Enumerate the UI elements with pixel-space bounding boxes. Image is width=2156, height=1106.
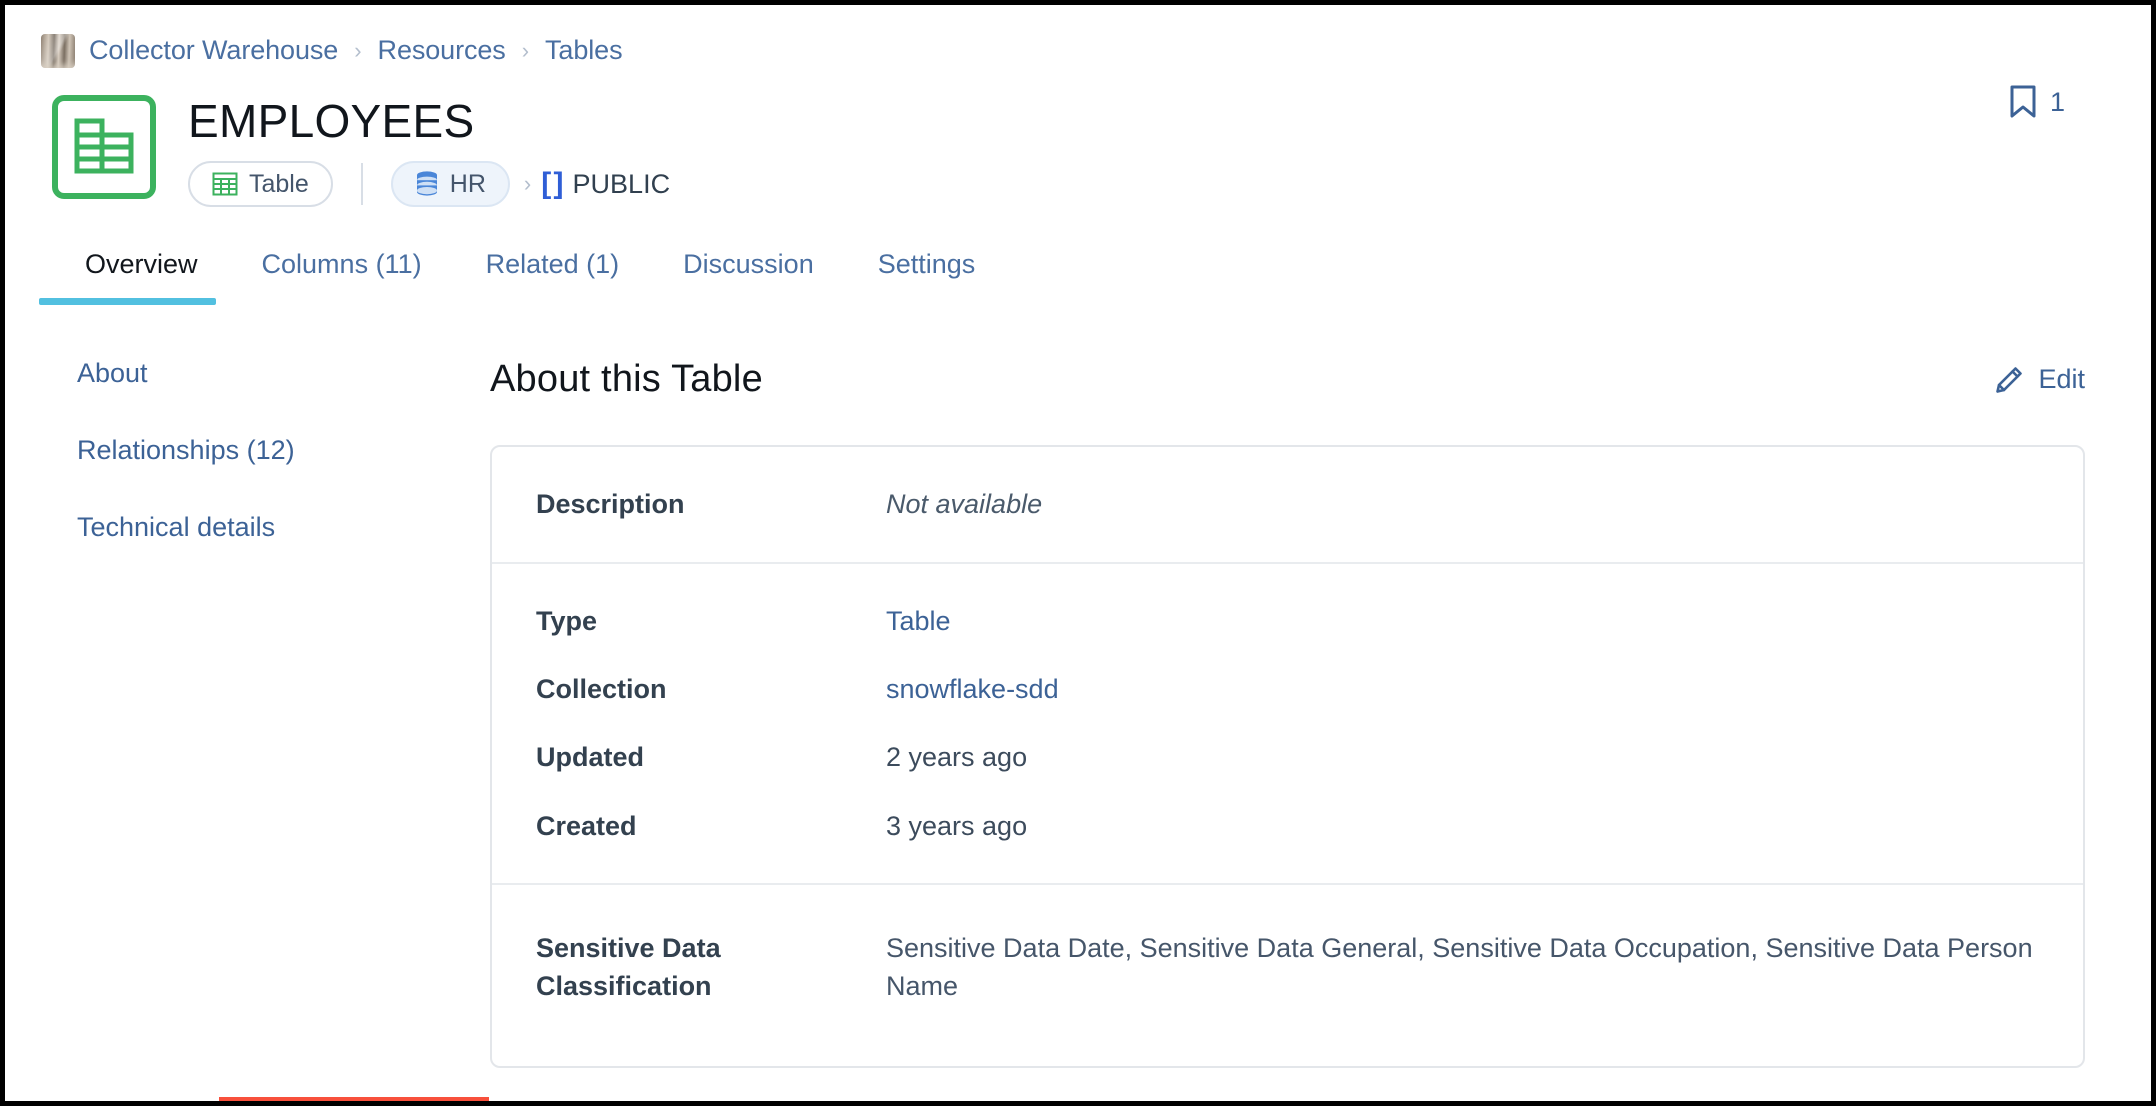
schema-label[interactable]: PUBLIC (573, 169, 671, 200)
page-title: EMPLOYEES (188, 95, 475, 147)
entity-title-group: EMPLOYEES Table HR › [] PUBLIC (188, 93, 671, 208)
tab-bar: Overview Columns (11) Related (1) Discus… (5, 249, 2151, 306)
bookmark-control[interactable]: 1 (2009, 85, 2065, 119)
annotation-callout: View the sensitive data classification o… (219, 1097, 489, 1106)
field-label-description: Description (536, 489, 685, 520)
about-table-card: Description Not available Type Table Col… (490, 445, 2085, 1068)
field-label-created: Created (536, 810, 637, 841)
chevron-right-icon: › (521, 37, 530, 63)
tab-columns[interactable]: Columns (11) (230, 249, 454, 302)
field-label-collection: Collection (536, 673, 667, 704)
edit-button[interactable]: Edit (1994, 364, 2085, 395)
annotation-callout-text: View the sensitive data classification o… (224, 1102, 484, 1106)
annotation-arrow-icon (205, 1082, 625, 1106)
main-content: About this Table Edit Description Not av… (490, 358, 2151, 1068)
database-chip-label: HR (449, 169, 486, 198)
breadcrumb-item-resources[interactable]: Resources (378, 35, 506, 66)
card-section-metadata: Type Table Collection snowflake-sdd Upda… (492, 561, 2083, 883)
table-row: Updated 2 years ago (536, 738, 2039, 776)
entity-type-chip[interactable]: Table (188, 161, 333, 208)
table-row: Created 3 years ago (536, 807, 2039, 845)
tab-related[interactable]: Related (1) (454, 249, 652, 302)
table-grid-icon (212, 172, 238, 196)
section-title: About this Table (490, 358, 763, 401)
field-value-type[interactable]: Table (886, 602, 951, 640)
entity-type-chip-label: Table (249, 169, 309, 198)
sidebar-item-about[interactable]: About (77, 358, 490, 389)
warehouse-photo-thumbnail-icon (41, 33, 75, 68)
database-cylinder-icon (415, 171, 439, 197)
sidebar-item-relationships[interactable]: Relationships (12) (77, 435, 490, 466)
field-value-description: Not available (886, 489, 1043, 520)
field-label-type: Type (536, 605, 598, 636)
sidebar-item-technical-details[interactable]: Technical details (77, 512, 490, 543)
table-row: Sensitive Data Classification Sensitive … (536, 929, 2039, 1006)
card-section-sensitive-data: Sensitive Data Classification Sensitive … (492, 882, 2083, 1066)
schema-bracket-icon: [ ] (541, 167, 563, 201)
table-row: Description Not available (536, 485, 2039, 523)
main-header: About this Table Edit (490, 358, 2085, 401)
breadcrumb: Collector Warehouse › Resources › Tables (5, 5, 2151, 69)
field-value-updated: 2 years ago (886, 742, 1028, 773)
tab-overview[interactable]: Overview (39, 249, 230, 306)
breadcrumb-item-tables[interactable]: Tables (545, 35, 623, 66)
field-value-collection[interactable]: snowflake-sdd (886, 670, 1059, 708)
field-value-sensitive-data-classification: Sensitive Data Date, Sensitive Data Gene… (886, 932, 2033, 1002)
section-nav: About Relationships (12) Technical detai… (5, 358, 490, 1067)
screenshot-frame: Collector Warehouse › Resources › Tables (0, 0, 2156, 1106)
pencil-icon (1994, 365, 2024, 395)
table-row: Collection snowflake-sdd (536, 670, 2039, 708)
database-chip[interactable]: HR (390, 161, 510, 208)
bookmark-count: 1 (2049, 86, 2065, 117)
field-label-sensitive-data-classification: Sensitive Data Classification (536, 932, 721, 1002)
tab-discussion[interactable]: Discussion (651, 249, 846, 302)
table-row: Type Table (536, 602, 2039, 640)
chevron-right-icon: › (523, 171, 532, 197)
bookmark-icon[interactable] (2009, 85, 2037, 119)
page-body: About Relationships (12) Technical detai… (5, 302, 2151, 1101)
breadcrumb-item-collector-warehouse[interactable]: Collector Warehouse (89, 35, 338, 66)
field-value-created: 3 years ago (886, 810, 1028, 841)
card-section-description: Description Not available (492, 447, 2083, 561)
edit-button-label: Edit (2038, 364, 2085, 395)
tab-settings[interactable]: Settings (846, 249, 1008, 302)
table-grid-icon (52, 95, 156, 199)
chip-divider (360, 163, 363, 206)
chevron-right-icon: › (354, 37, 362, 63)
entity-meta-chips: Table HR › [] PUBLIC (188, 161, 671, 208)
catalog-page: Collector Warehouse › Resources › Tables (5, 5, 2151, 1101)
entity-header: EMPLOYEES Table HR › [] PUBLIC 1 (5, 69, 2151, 208)
field-label-updated: Updated (536, 742, 644, 773)
